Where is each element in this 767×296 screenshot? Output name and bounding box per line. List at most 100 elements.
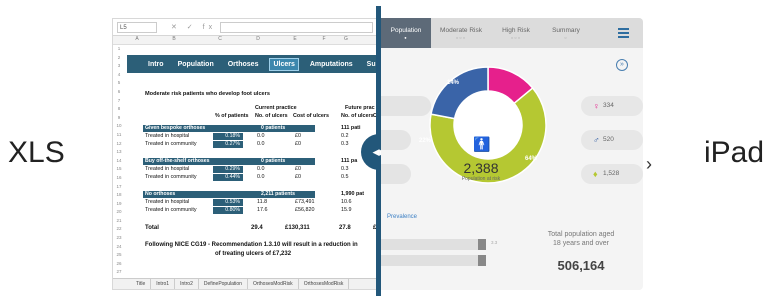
ulcers-cell: 0.0 (257, 166, 265, 172)
future-ulcers-cell: 0.3 (341, 141, 349, 147)
pct-col-header: % of patients (215, 113, 249, 119)
col-header[interactable]: G (335, 36, 357, 44)
row-number[interactable]: 20 (113, 208, 125, 217)
row-number[interactable]: 4 (113, 71, 125, 80)
formula-bar: L5 ✕ ✓ fx (113, 19, 377, 36)
recommendation-line-1: Following NICE CG19 - Recommendation 1.3… (145, 242, 358, 248)
group-header: Buy off-the-shelf orthoses 0 patients (143, 158, 315, 165)
cost-cell: £73,491 (295, 199, 315, 205)
tab-label: High Risk (502, 27, 530, 34)
row-number[interactable]: 5 (113, 79, 125, 88)
population-select[interactable] (381, 255, 486, 266)
future-ulcers-cell: 10.6 (341, 199, 352, 205)
person-icon: 🚹 (473, 136, 491, 152)
total-population-value: 506,164 (557, 258, 605, 273)
ipad-tab-population[interactable]: Population ● (381, 18, 431, 48)
ipad-panel: Population ● Moderate Risk ○○○ High Risk ○○○ S… (381, 18, 643, 290)
row-number[interactable]: 26 (113, 260, 125, 269)
sheet-tab[interactable]: Title (131, 278, 152, 289)
tab-label: Population (390, 27, 422, 34)
cost-col-header: Cost of ulcers (293, 113, 329, 119)
prevalence-link[interactable]: Prevalence (387, 214, 417, 220)
col-header[interactable]: E (277, 36, 313, 44)
group-name: No orthoses (145, 191, 176, 197)
group-name: Buy off-the-shelf orthoses (145, 158, 210, 164)
row-number[interactable]: 6 (113, 88, 125, 97)
col-header[interactable]: F (313, 36, 335, 44)
future-ulcers-cell: 0.2 (341, 133, 349, 139)
group-total: 2,211 patients (261, 191, 296, 197)
prevalence-select[interactable] (381, 239, 486, 250)
group-header: No orthoses 2,211 patients (143, 191, 315, 198)
row-number[interactable]: 11 (113, 131, 125, 140)
sheet-tab[interactable]: OrthosesModRisk (299, 278, 350, 289)
ribbon-tab-orthoses[interactable]: Orthoses (225, 59, 262, 70)
col-header[interactable]: B (147, 36, 201, 44)
cost-cell: £56,820 (295, 207, 315, 213)
group-total: 0 patients (261, 158, 286, 164)
pill-male[interactable]: ♂ 520 (581, 130, 643, 150)
ribbon-tab-intro[interactable]: Intro (145, 59, 167, 70)
ipad-tab-high-risk[interactable]: High Risk ○○○ (491, 18, 541, 40)
row-number[interactable]: 7 (113, 97, 125, 106)
pct-cell: 0.18% (213, 133, 243, 140)
row-number[interactable]: 18 (113, 191, 125, 200)
row-number[interactable]: 14 (113, 157, 125, 166)
row-number[interactable]: 3 (113, 62, 125, 71)
sheet-tab[interactable]: OrthosesModRisk (248, 278, 299, 289)
row-number[interactable]: 23 (113, 234, 125, 243)
tab-dots: ● (404, 35, 408, 40)
row-number[interactable]: 24 (113, 243, 125, 252)
formula-input[interactable] (220, 21, 373, 33)
sheet-tab[interactable]: Intro1 (151, 278, 176, 289)
row-number[interactable]: 21 (113, 217, 125, 226)
row-number[interactable]: 16 (113, 174, 125, 183)
col-header[interactable]: A (127, 36, 147, 44)
row-number[interactable]: 10 (113, 122, 125, 131)
pill-value: 334 (603, 102, 614, 109)
row-number[interactable]: 13 (113, 148, 125, 157)
row-numbers: 1 2 3 4 5 6 7 8 9 10 11 12 13 14 15 16 17 18 19 20 21 22 23 24 2… (113, 45, 125, 277)
row-number[interactable]: 1 (113, 45, 125, 54)
row-number[interactable]: 19 (113, 200, 125, 209)
ribbon-tab-ulcers[interactable]: Ulcers (269, 57, 299, 71)
tab-dots: ○ (564, 35, 568, 40)
row-number[interactable]: 9 (113, 114, 125, 123)
menu-icon[interactable] (618, 28, 629, 40)
future-ulcers-cell: 15.9 (341, 207, 352, 213)
row-number[interactable]: 25 (113, 251, 125, 260)
cost-cell: £0 (295, 141, 301, 147)
row-number[interactable]: 27 (113, 268, 125, 277)
row-number[interactable]: 12 (113, 140, 125, 149)
tab-label: Moderate Risk (440, 27, 482, 34)
total-label: Total (145, 225, 159, 231)
name-box[interactable]: L5 (117, 21, 157, 33)
population-at-risk-label: Population at risk (461, 176, 501, 182)
ribbon-tab-amputations[interactable]: Amputations (307, 59, 356, 70)
sheet-tab[interactable]: Intro2 (175, 278, 199, 289)
pill-female[interactable]: ♀ 334 (581, 96, 643, 116)
ulcers-cell: 0.0 (257, 133, 265, 139)
sheet-nav-ribbon: Intro Population Orthoses Ulcers Amputations… (127, 55, 377, 73)
chevron-right-icon[interactable]: › (646, 154, 652, 175)
info-icon[interactable]: » (616, 59, 628, 71)
ulcers-cell: 17.6 (257, 207, 268, 213)
pill-other[interactable]: ♦ 1,528 (581, 164, 643, 184)
ulcers-cell: 0.0 (257, 174, 265, 180)
group-header: Given bespoke orthoses 0 patients (143, 125, 315, 132)
row-number[interactable]: 22 (113, 225, 125, 234)
sheet-tab[interactable]: DefinePopulation (199, 278, 248, 289)
cost-cell: £0 (295, 166, 301, 172)
row-number[interactable]: 8 (113, 105, 125, 114)
row-number[interactable]: 15 (113, 165, 125, 174)
row-number[interactable]: 17 (113, 183, 125, 192)
ipad-tab-summary[interactable]: Summary ○ (541, 18, 591, 40)
row-number[interactable]: 2 (113, 54, 125, 63)
col-header[interactable]: D (239, 36, 277, 44)
col-header[interactable]: C (201, 36, 239, 44)
ribbon-tab-population[interactable]: Population (175, 59, 217, 70)
select-note: 3.3 (491, 240, 498, 245)
formula-buttons[interactable]: ✕ ✓ fx (171, 23, 216, 31)
tab-label: Summary (552, 27, 580, 34)
ipad-tab-moderate-risk[interactable]: Moderate Risk ○○○ (431, 18, 491, 40)
